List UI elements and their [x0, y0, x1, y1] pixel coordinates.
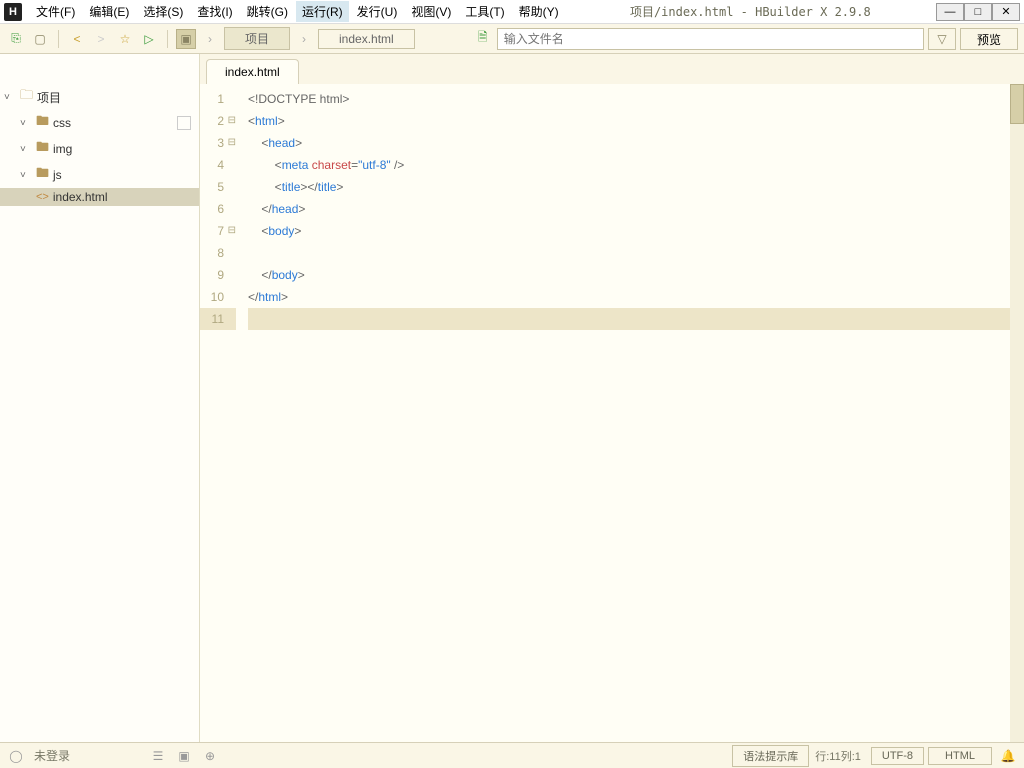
- sidebar: ˅ 🗀 项目 ˅ 🖿 css ˅ 🖿 img ˅ 🖿 js <> index.h…: [0, 54, 200, 742]
- chevron-down-icon[interactable]: ˅: [20, 144, 32, 155]
- checkbox-icon[interactable]: [177, 116, 191, 130]
- menu-run[interactable]: 运行(R): [296, 1, 349, 22]
- folder-icon: 🖿: [36, 164, 49, 186]
- menu-help[interactable]: 帮助(Y): [513, 1, 565, 22]
- toolbar: ⎘ ▢ < > ☆ ▷ ▣ › 项目 › index.html 🗎 ▽ 预览: [0, 24, 1024, 54]
- window-title: 项目/index.html - HBuilder X 2.9.8: [565, 3, 936, 20]
- menu-find[interactable]: 查找(I): [191, 1, 238, 22]
- menu-view[interactable]: 视图(V): [405, 1, 457, 22]
- main-area: ˅ 🗀 项目 ˅ 🖿 css ˅ 🖿 img ˅ 🖿 js <> index.h…: [0, 54, 1024, 742]
- divider: [167, 30, 168, 48]
- folder-icon[interactable]: ▣: [176, 29, 196, 49]
- tree-project[interactable]: ˅ 🗀 项目: [0, 84, 199, 110]
- chevron-down-icon[interactable]: ˅: [4, 92, 16, 103]
- search-file-icon[interactable]: 🗎: [473, 29, 493, 49]
- user-icon[interactable]: ◯: [8, 748, 24, 764]
- tab-bar: index.html: [200, 54, 1024, 84]
- menu-goto[interactable]: 跳转(G): [241, 1, 294, 22]
- statusbar: ◯ 未登录 ☰ ▣ ⊕ 语法提示库 行:11列:1 UTF-8 HTML 🔔: [0, 742, 1024, 768]
- titlebar: H 文件(F) 编辑(E) 选择(S) 查找(I) 跳转(G) 运行(R) 发行…: [0, 0, 1024, 24]
- code-content[interactable]: <!DOCTYPE html> <html> <head> <meta char…: [240, 84, 1010, 742]
- encoding-button[interactable]: UTF-8: [871, 747, 924, 765]
- tree-img[interactable]: ˅ 🖿 img: [0, 136, 199, 162]
- syntax-button[interactable]: 语法提示库: [732, 745, 809, 767]
- html-file-icon: <>: [36, 191, 49, 203]
- bell-icon[interactable]: 🔔: [1000, 748, 1016, 764]
- filter-icon[interactable]: ▽: [928, 28, 956, 50]
- app-logo: H: [4, 3, 22, 21]
- tree-label: index.html: [53, 190, 108, 204]
- breadcrumb-project[interactable]: 项目: [224, 27, 290, 50]
- star-icon[interactable]: ☆: [115, 29, 135, 49]
- save-icon[interactable]: ▢: [30, 29, 50, 49]
- folder-icon: 🖿: [36, 138, 49, 160]
- globe-icon[interactable]: ⊕: [202, 748, 218, 764]
- code-line: <!DOCTYPE html>: [248, 92, 349, 106]
- scroll-thumb[interactable]: [1010, 84, 1024, 124]
- status-right: 语法提示库 行:11列:1 UTF-8 HTML 🔔: [728, 745, 1016, 767]
- menu-publish[interactable]: 发行(U): [351, 1, 404, 22]
- folder-icon: 🗀: [20, 86, 33, 108]
- chevron-right-icon[interactable]: ›: [200, 29, 220, 49]
- tree-css[interactable]: ˅ 🖿 css: [0, 110, 199, 136]
- close-button[interactable]: ✕: [992, 3, 1020, 21]
- forward-icon[interactable]: >: [91, 29, 111, 49]
- scrollbar[interactable]: [1010, 84, 1024, 742]
- menu-file[interactable]: 文件(F): [30, 1, 81, 22]
- tree-js[interactable]: ˅ 🖿 js: [0, 162, 199, 188]
- divider: [58, 30, 59, 48]
- code-editor[interactable]: 1 2⊟ 3⊟ 4 5 6 7⊟ 8 9 10 11 <!DOCTYPE htm…: [200, 84, 1024, 742]
- cursor-position: 行:11列:1: [809, 748, 867, 764]
- new-icon[interactable]: ⎘: [6, 29, 26, 49]
- tree-label: 项目: [37, 89, 61, 106]
- search-input[interactable]: [497, 28, 924, 50]
- chevron-down-icon[interactable]: ˅: [20, 170, 32, 181]
- maximize-button[interactable]: □: [964, 3, 992, 21]
- menu-edit[interactable]: 编辑(E): [83, 1, 135, 22]
- chevron-right-icon: ›: [294, 29, 314, 49]
- terminal-icon[interactable]: ▣: [176, 748, 192, 764]
- menubar: 文件(F) 编辑(E) 选择(S) 查找(I) 跳转(G) 运行(R) 发行(U…: [30, 1, 565, 22]
- tree-index-html[interactable]: <> index.html: [0, 188, 199, 206]
- minimize-button[interactable]: —: [936, 3, 964, 21]
- breadcrumb-file[interactable]: index.html: [318, 29, 415, 49]
- menu-select[interactable]: 选择(S): [137, 1, 189, 22]
- status-left: ◯ 未登录 ☰ ▣ ⊕: [8, 747, 218, 764]
- tree-label: img: [53, 142, 72, 156]
- line-gutter: 1 2⊟ 3⊟ 4 5 6 7⊟ 8 9 10 11: [200, 84, 240, 742]
- folder-icon: 🖿: [36, 112, 49, 134]
- list-icon[interactable]: ☰: [150, 748, 166, 764]
- editor-area: index.html 1 2⊟ 3⊟ 4 5 6 7⊟ 8 9 10 11 <!…: [200, 54, 1024, 742]
- window-controls: — □ ✕: [936, 3, 1020, 21]
- login-status[interactable]: 未登录: [34, 747, 70, 764]
- back-icon[interactable]: <: [67, 29, 87, 49]
- menu-tools[interactable]: 工具(T): [459, 1, 510, 22]
- tab-index-html[interactable]: index.html: [206, 59, 299, 84]
- preview-button[interactable]: 预览: [960, 28, 1018, 50]
- play-icon[interactable]: ▷: [139, 29, 159, 49]
- language-button[interactable]: HTML: [928, 747, 992, 765]
- tree-label: js: [53, 168, 62, 182]
- tree-label: css: [53, 116, 71, 130]
- chevron-down-icon[interactable]: ˅: [20, 118, 32, 129]
